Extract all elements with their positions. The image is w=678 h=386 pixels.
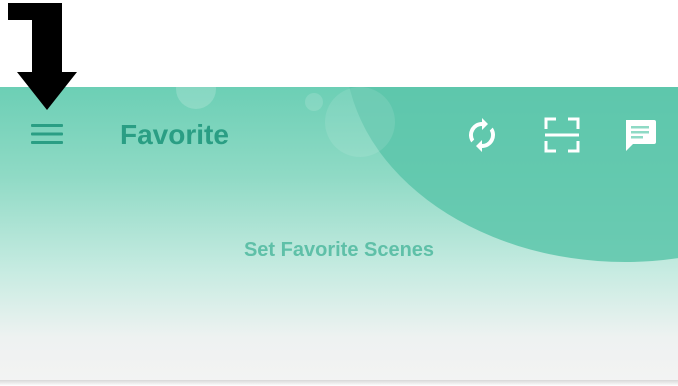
- screen: Favorite Set Favorite Scenes: [0, 0, 678, 386]
- sync-icon: [468, 118, 496, 152]
- app-container: Favorite Set Favorite Scenes: [0, 87, 678, 382]
- message-icon: [626, 120, 656, 151]
- scan-button[interactable]: [540, 113, 584, 157]
- menu-button[interactable]: [28, 115, 66, 153]
- sync-button[interactable]: [460, 113, 504, 157]
- annotation-arrow-icon: [8, 3, 77, 110]
- bottom-shadow: [0, 380, 678, 386]
- page-title: Favorite: [120, 119, 229, 150]
- toolbar: Favorite: [0, 87, 678, 182]
- hamburger-menu-icon: [31, 124, 63, 144]
- empty-state-message[interactable]: Set Favorite Scenes: [0, 239, 678, 262]
- scan-icon: [544, 117, 580, 153]
- message-button[interactable]: [618, 113, 662, 157]
